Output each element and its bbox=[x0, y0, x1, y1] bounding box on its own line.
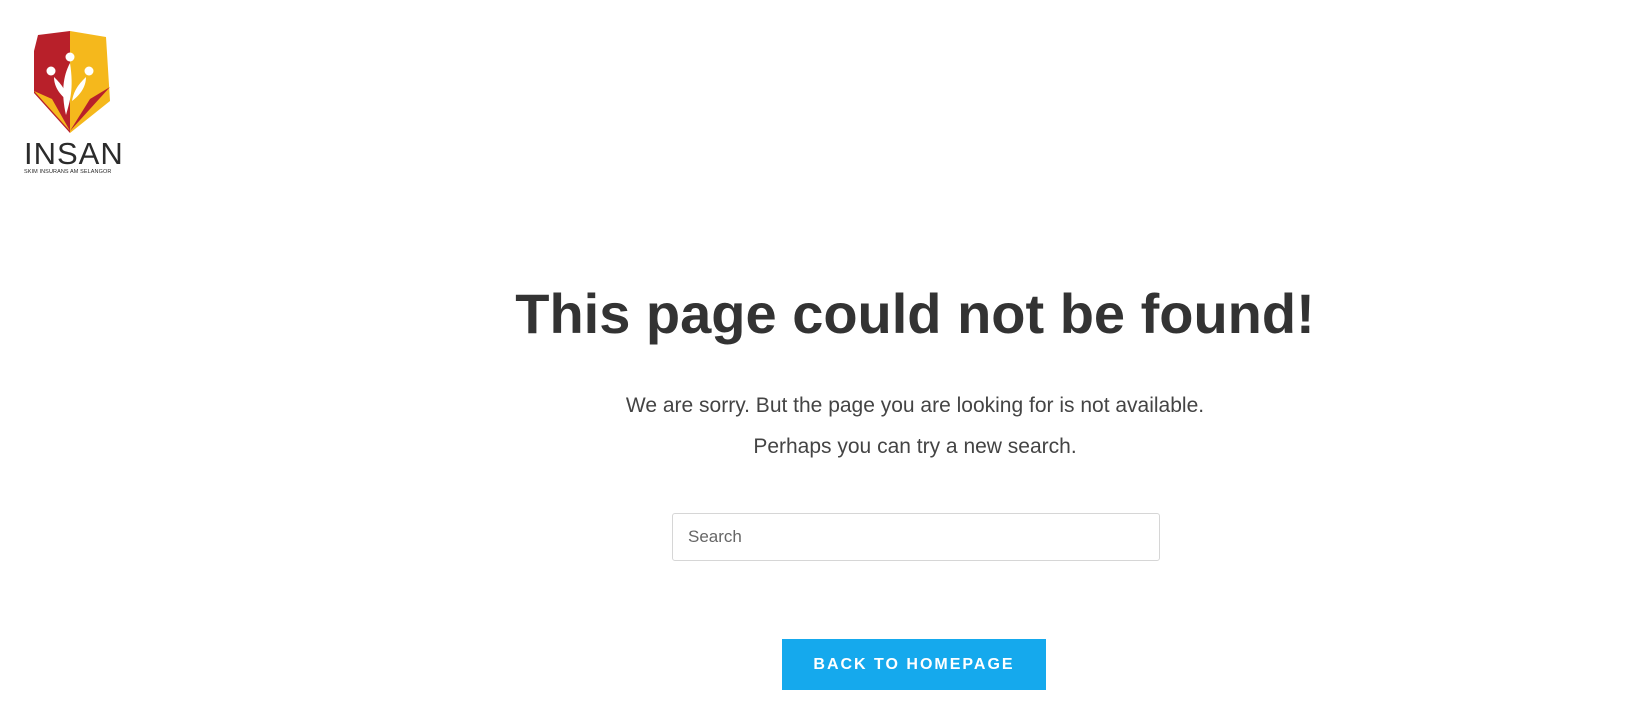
search-input[interactable] bbox=[672, 513, 1160, 561]
back-to-homepage-button[interactable]: BACK TO HOMEPAGE bbox=[782, 639, 1046, 690]
insan-emblem-icon bbox=[34, 31, 110, 133]
page: INSAN SKIM INSURANS AM SELANGOR This pag… bbox=[0, 0, 1648, 724]
error-message-line-1: We are sorry. But the page you are looki… bbox=[625, 394, 1205, 417]
page-title: This page could not be found! bbox=[515, 282, 1315, 345]
logo-tagline: SKIM INSURANS AM SELANGOR bbox=[24, 169, 112, 175]
site-logo[interactable]: INSAN SKIM INSURANS AM SELANGOR bbox=[24, 31, 124, 176]
logo-wordmark: INSAN bbox=[24, 136, 124, 171]
error-message-line-2: Perhaps you can try a new search. bbox=[753, 435, 1077, 458]
